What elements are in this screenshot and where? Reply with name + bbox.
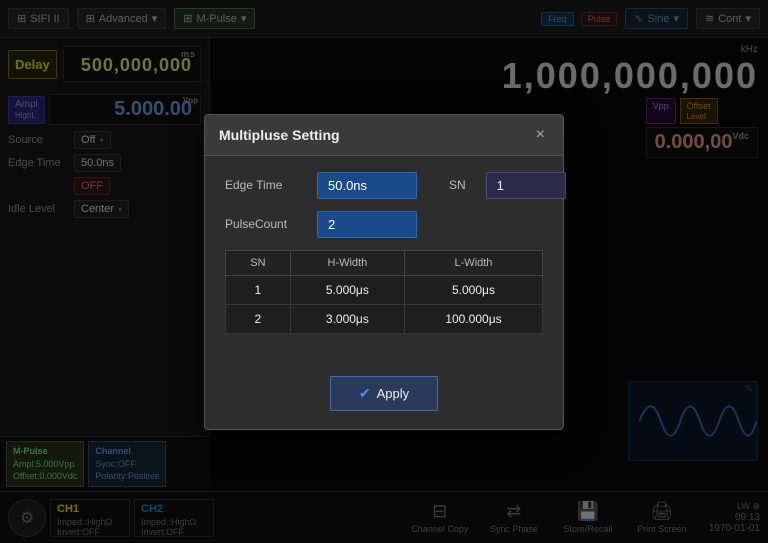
modal-title: Multipluse Setting (219, 127, 340, 143)
table-cell-r0-c2: 5.000μs (404, 275, 542, 304)
modal-body: Edge Time SN PulseCount SN H-Width (205, 156, 563, 366)
edge-time-field-label: Edge Time (225, 178, 305, 192)
table-cell-r1-c2: 100.000μs (404, 304, 542, 333)
sn-input[interactable] (486, 172, 566, 199)
apply-button[interactable]: ✔ Apply (330, 376, 438, 411)
pulse-table: SN H-Width L-Width 15.000μs5.000μs23.000… (225, 250, 543, 334)
table-cell-r1-c0: 2 (226, 304, 291, 333)
pulse-count-field-label: PulseCount (225, 217, 305, 231)
table-cell-r1-c1: 3.000μs (290, 304, 404, 333)
table-row: 15.000μs5.000μs (226, 275, 543, 304)
sn-field-label: SN (449, 178, 466, 192)
table-cell-r0-c0: 1 (226, 275, 291, 304)
modal-header: Multipluse Setting × (205, 115, 563, 156)
apply-check-icon: ✔ (359, 385, 371, 402)
pulse-count-field-row: PulseCount (225, 211, 543, 238)
table-cell-r0-c1: 5.000μs (290, 275, 404, 304)
table-row: 23.000μs100.000μs (226, 304, 543, 333)
apply-label: Apply (377, 386, 410, 401)
multipluse-setting-modal: Multipluse Setting × Edge Time SN PulseC… (204, 114, 564, 430)
modal-footer: ✔ Apply (205, 366, 563, 429)
table-header-sn: SN (226, 250, 291, 275)
edge-time-input[interactable] (317, 172, 417, 199)
main-screen: ⊞ SIFI II ⊞ Advanced ▾ ⊞ M-Pulse ▾ Freq … (0, 0, 768, 543)
table-header-lwidth: L-Width (404, 250, 542, 275)
pulse-count-input[interactable] (317, 211, 417, 238)
edge-time-field-row: Edge Time SN (225, 172, 543, 199)
modal-close-button[interactable]: × (532, 125, 549, 145)
table-header-hwidth: H-Width (290, 250, 404, 275)
modal-overlay: Multipluse Setting × Edge Time SN PulseC… (0, 0, 768, 543)
